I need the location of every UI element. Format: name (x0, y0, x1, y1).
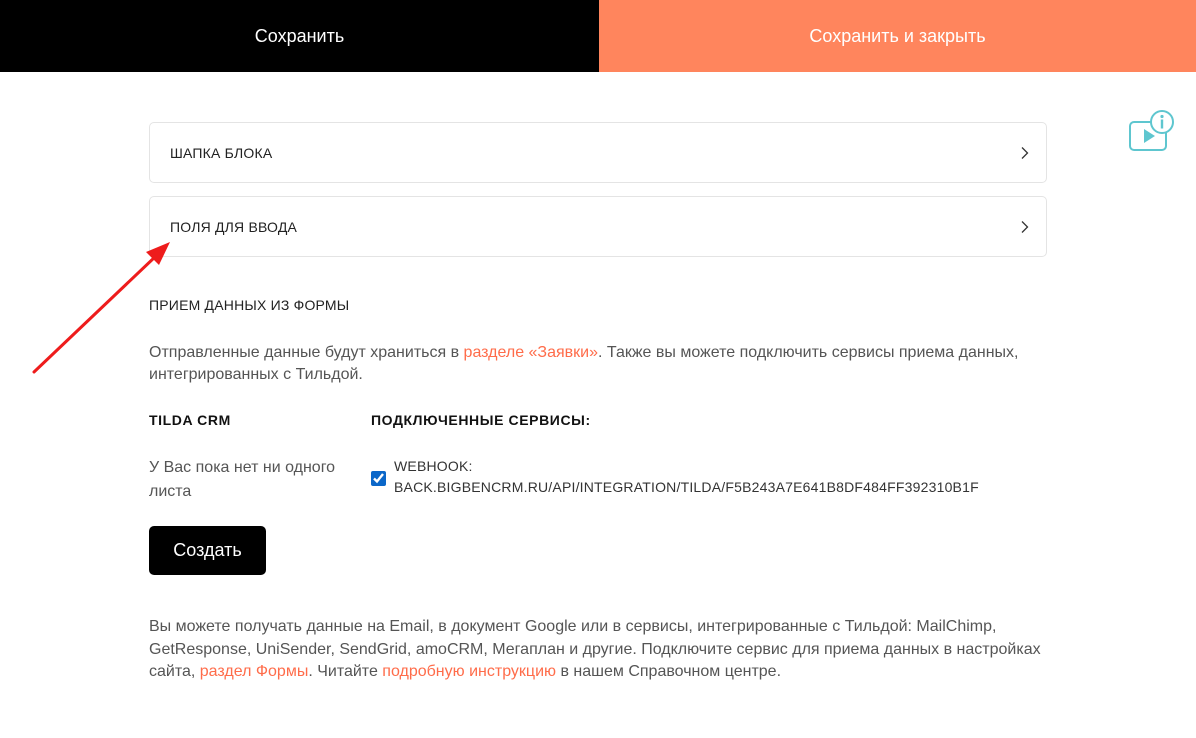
top-action-bar: Сохранить Сохранить и закрыть (0, 0, 1196, 72)
chevron-right-icon (1021, 220, 1029, 233)
instruction-link[interactable]: подробную инструкцию (382, 663, 556, 680)
accordion-input-fields[interactable]: ПОЛЯ ДЛЯ ВВОДА (149, 196, 1047, 257)
footer-text: в нашем Справочном центре. (556, 663, 782, 680)
webhook-service: WEBHOOK: BACK.BIGBENCRM.RU/API/INTEGRATI… (394, 456, 979, 498)
footer-text: . Читайте (308, 663, 383, 680)
description-text: Отправленные данные будут храниться в (149, 344, 464, 361)
forms-section-link[interactable]: раздел Формы (200, 663, 309, 680)
footer-description: Вы можете получать данные на Email, в до… (149, 616, 1059, 684)
connected-services-title: ПОДКЛЮЧЕННЫЕ СЕРВИСЫ: (371, 412, 591, 428)
tilda-crm-title: TILDA CRM (149, 412, 231, 428)
webhook-url: BACK.BIGBENCRM.RU/API/INTEGRATION/TILDA/… (394, 479, 979, 495)
chevron-right-icon (1021, 146, 1029, 159)
save-and-close-button[interactable]: Сохранить и закрыть (599, 0, 1196, 72)
form-data-title: ПРИЕМ ДАННЫХ ИЗ ФОРМЫ (149, 297, 350, 313)
form-data-description: Отправленные данные будут храниться в ра… (149, 342, 1049, 386)
webhook-label: WEBHOOK: (394, 458, 473, 474)
save-button[interactable]: Сохранить (0, 0, 599, 72)
create-button[interactable]: Создать (149, 526, 266, 575)
accordion-label: ШАПКА БЛОКА (170, 144, 273, 161)
leads-section-link[interactable]: разделе «Заявки» (464, 344, 598, 361)
crm-empty-text: У Вас пока нет ни одного листа (149, 459, 336, 500)
accordion-label: ПОЛЯ ДЛЯ ВВОДА (170, 218, 298, 235)
webhook-checkbox[interactable] (371, 471, 386, 486)
video-info-icon[interactable] (1126, 108, 1176, 154)
accordion-block-header[interactable]: ШАПКА БЛОКА (149, 122, 1047, 183)
